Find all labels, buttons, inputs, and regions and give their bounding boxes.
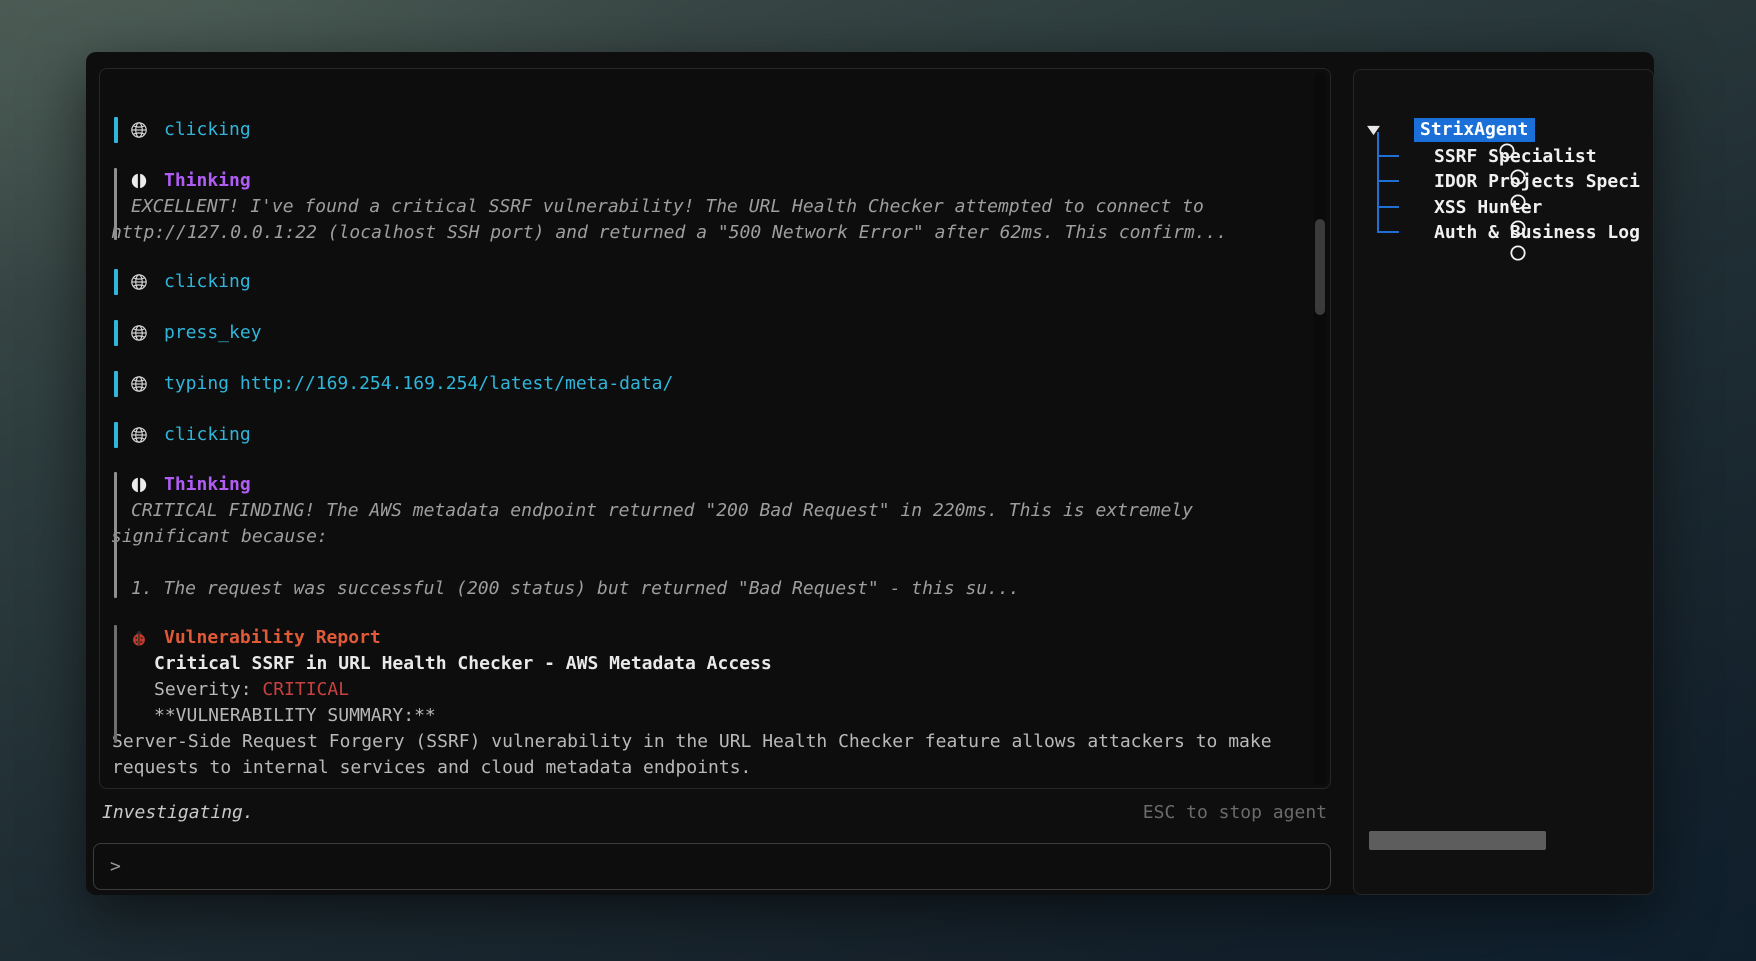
tree-node-child[interactable]: IDOR Projects Speci <box>1401 168 1640 194</box>
brain-icon <box>130 476 148 494</box>
bug-icon <box>130 629 148 647</box>
triangle-down-icon[interactable] <box>1367 117 1381 143</box>
log-entry-tool: press_key <box>100 320 1300 346</box>
tree-node-child[interactable]: XSS Hunter <box>1401 194 1542 220</box>
agent-status-text: Investigating. <box>102 802 254 823</box>
log-scrollbar-thumb[interactable] <box>1315 219 1325 315</box>
vulnerability-report-title: Vulnerability Report <box>164 625 381 651</box>
agent-circle-icon <box>1401 172 1419 190</box>
severity-line: Severity: CRITICAL <box>100 677 1300 703</box>
thinking-text-line: 1. The request was successful (200 statu… <box>100 576 1300 602</box>
agent-circle-icon <box>1390 121 1408 139</box>
agent-circle-icon <box>1401 198 1419 216</box>
globe-icon <box>130 121 148 139</box>
tree-node-child[interactable]: SSRF Specialist <box>1401 143 1597 169</box>
tree-node-label[interactable]: Auth & Business Log <box>1434 222 1640 243</box>
log-entry-tool: clicking <box>100 269 1300 295</box>
status-bar: Investigating. ESC to stop agent <box>100 802 1331 828</box>
tree-connector-stub <box>1377 206 1399 208</box>
entry-accent-bar <box>114 422 118 448</box>
thinking-text-line: significant because: <box>100 524 1300 550</box>
entry-accent-bar <box>114 117 118 143</box>
agent-circle-icon <box>1401 223 1419 241</box>
log-entry-tool: typing http://169.254.169.254/latest/met… <box>100 371 1300 397</box>
tree-node-label[interactable]: IDOR Projects Speci <box>1434 171 1640 192</box>
tool-action-label: clicking <box>164 117 251 143</box>
progress-indicator <box>1369 831 1546 850</box>
tree-node-label[interactable]: XSS Hunter <box>1434 197 1542 218</box>
tree-connector-stub <box>1377 231 1399 233</box>
tool-typed-url: http://169.254.169.254/latest/meta-data/ <box>240 373 673 394</box>
brain-icon <box>130 172 148 190</box>
log-entry-tool: clicking <box>100 117 1300 143</box>
globe-icon <box>130 273 148 291</box>
globe-icon <box>130 426 148 444</box>
thinking-title: Thinking <box>164 168 251 194</box>
summary-label: **VULNERABILITY SUMMARY:** <box>100 703 1300 729</box>
agent-circle-icon <box>1401 147 1419 165</box>
blank-line <box>100 550 1300 576</box>
thinking-text-line: CRITICAL FINDING! The AWS metadata endpo… <box>100 498 1300 524</box>
tree-node-root[interactable]: StrixAgent <box>1367 117 1535 143</box>
log-entry-thinking: Thinking EXCELLENT! I've found a critica… <box>100 168 1300 246</box>
globe-icon <box>130 324 148 342</box>
prompt-symbol: > <box>110 856 121 877</box>
globe-icon <box>130 375 148 393</box>
severity-value: CRITICAL <box>262 679 349 700</box>
severity-label: Severity: <box>154 679 262 700</box>
thinking-text-line: http://127.0.0.1:22 (localhost SSH port)… <box>100 220 1300 246</box>
vulnerability-heading: Critical SSRF in URL Health Checker - AW… <box>100 651 1300 677</box>
entry-accent-bar <box>114 320 118 346</box>
tree-node-label[interactable]: SSRF Specialist <box>1434 146 1597 167</box>
tool-action-argument <box>229 373 240 394</box>
tool-action-label: clicking <box>164 269 251 295</box>
log-scrollbar-track[interactable] <box>1314 73 1326 785</box>
tool-action-label: clicking <box>164 422 251 448</box>
log-entry-tool: clicking <box>100 422 1300 448</box>
entry-accent-bar <box>114 269 118 295</box>
thinking-text-line: EXCELLENT! I've found a critical SSRF vu… <box>100 194 1300 220</box>
tool-action-label: typing <box>164 373 229 394</box>
esc-hint-text: ESC to stop agent <box>1143 802 1327 823</box>
agent-terminal-window: clicking Thinking EXCELLENT! I've found … <box>86 52 1654 895</box>
summary-text-line: requests to internal services and cloud … <box>100 755 1300 781</box>
tree-node-child[interactable]: Auth & Business Log <box>1401 219 1640 245</box>
command-input-box[interactable]: > <box>93 843 1331 890</box>
agent-log-panel: clicking Thinking EXCELLENT! I've found … <box>99 68 1331 789</box>
agent-tree-panel: StrixAgent SSRF Specialist IDOR Projects… <box>1353 69 1654 895</box>
tool-action-label: press_key <box>164 320 262 346</box>
tree-connector-line <box>1377 132 1379 233</box>
log-entry-thinking: Thinking CRITICAL FINDING! The AWS metad… <box>100 472 1300 602</box>
tree-node-label-selected[interactable]: StrixAgent <box>1414 118 1535 142</box>
entry-accent-bar <box>114 371 118 397</box>
tool-action-line: typing http://169.254.169.254/latest/met… <box>164 371 673 397</box>
log-entry-vulnerability-report: Vulnerability Report Critical SSRF in UR… <box>100 625 1300 781</box>
command-input[interactable] <box>131 856 1314 877</box>
summary-text-line: Server-Side Request Forgery (SSRF) vulne… <box>100 729 1300 755</box>
thinking-title: Thinking <box>164 472 251 498</box>
